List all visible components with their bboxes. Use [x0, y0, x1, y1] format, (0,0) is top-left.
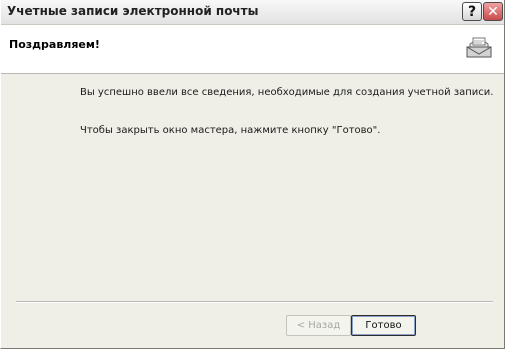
wizard-header: Поздравляем!: [1, 25, 504, 74]
help-icon: ?: [467, 3, 477, 20]
window-title: Учетные записи электронной почты: [7, 4, 259, 18]
close-icon: ✕: [487, 3, 499, 20]
page-title: Поздравляем!: [9, 38, 100, 51]
title-bar[interactable]: Учетные записи электронной почты ? ✕: [1, 0, 504, 25]
instruction-message: Чтобы закрыть окно мастера, нажмите кноп…: [80, 125, 381, 136]
success-message: Вы успешно ввели все сведения, необходим…: [80, 87, 494, 98]
close-button[interactable]: ✕: [483, 2, 503, 21]
finish-button[interactable]: Готово: [351, 315, 416, 336]
footer-divider: [16, 301, 493, 303]
help-button[interactable]: ?: [462, 2, 482, 21]
back-button[interactable]: < Назад: [286, 315, 351, 336]
wizard-window: Учетные записи электронной почты ? ✕ Поз…: [0, 0, 505, 349]
mail-printer-icon: [466, 37, 492, 58]
